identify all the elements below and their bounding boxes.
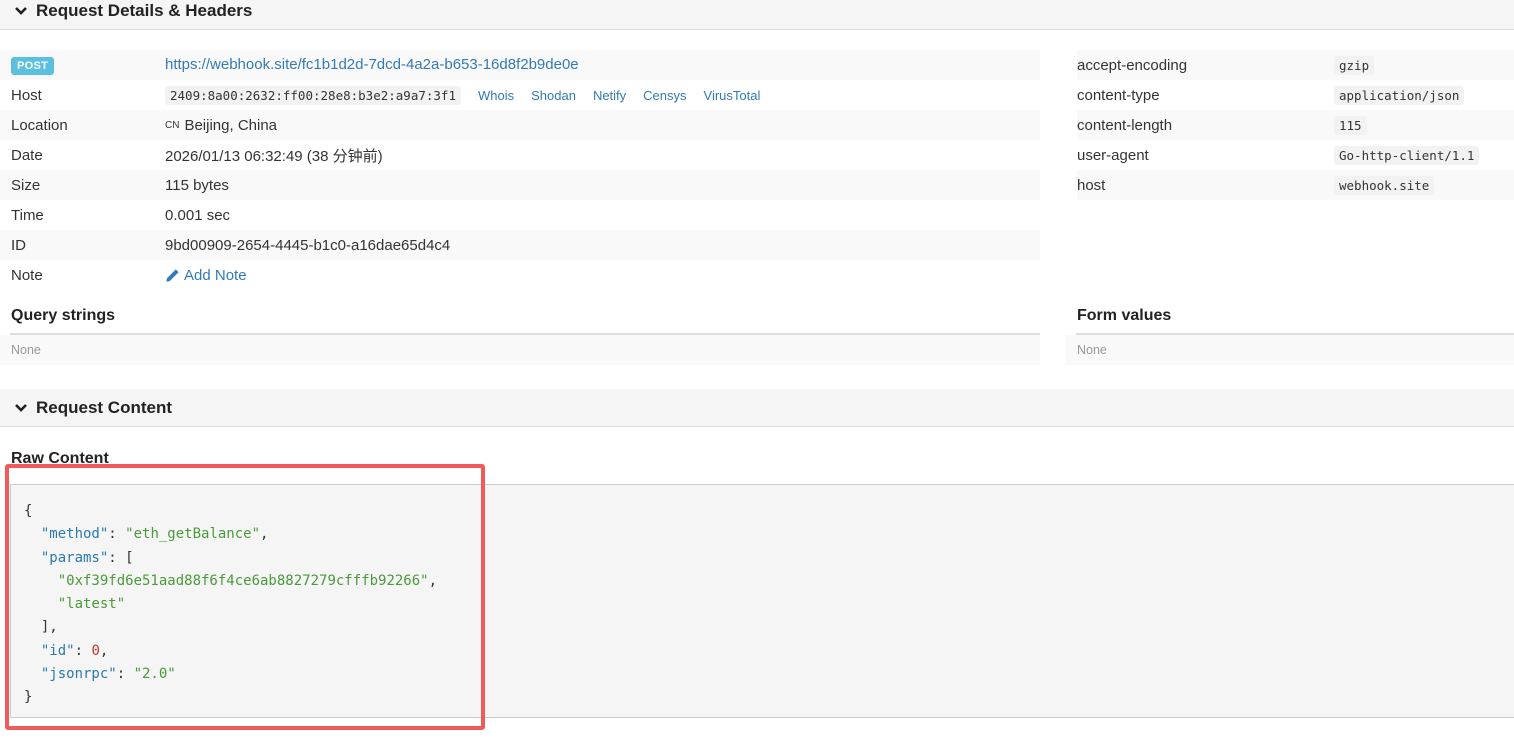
details-section-header[interactable]: Request Details & Headers	[0, 0, 1514, 30]
size-label: Size	[11, 176, 41, 194]
time-value: 0.001 sec	[165, 206, 231, 224]
query-strings-value: None	[11, 343, 41, 357]
size-value: 115 bytes	[165, 176, 229, 194]
header-key: accept-encoding	[1077, 56, 1188, 74]
date-row: Date 2026/01/13 06:32:49 (38 分钟前)	[0, 140, 1040, 170]
host-value: 2409:8a00:2632:ff00:28e8:b3e2:a9a7:3f1	[165, 85, 461, 105]
shodan-link[interactable]: Shodan	[531, 88, 576, 103]
id-label: ID	[11, 236, 26, 254]
id-row: ID 9bd00909-2654-4445-b1c0-a16dae65d4c4	[0, 230, 1040, 260]
id-value: 9bd00909-2654-4445-b1c0-a16dae65d4c4	[165, 236, 451, 254]
header-value: Go-http-client/1.1	[1334, 145, 1480, 165]
chevron-down-icon[interactable]	[14, 401, 28, 415]
virustotal-link[interactable]: VirusTotal	[704, 88, 761, 103]
json-string: "eth_getBalance"	[125, 526, 261, 543]
chevron-down-icon[interactable]	[14, 4, 28, 18]
pencil-icon	[166, 268, 179, 282]
method-badge: POST	[11, 57, 55, 75]
header-key: content-length	[1077, 116, 1173, 134]
country-flag-icon: CN	[165, 119, 180, 131]
json-string: "2.0"	[133, 666, 176, 683]
location-label: Location	[11, 116, 68, 134]
query-strings-row: None	[0, 335, 1040, 365]
location-value: Beijing, China	[184, 116, 278, 134]
date-label: Date	[11, 146, 43, 164]
details-section-title: Request Details & Headers	[36, 0, 253, 20]
header-row: accept-encoding gzip	[1077, 50, 1514, 80]
json-key: "method"	[40, 526, 109, 543]
form-values-row: None	[1066, 335, 1514, 365]
header-row: content-type application/json	[1077, 80, 1514, 110]
header-value: 115	[1334, 115, 1367, 135]
location-row: Location CN Beijing, China	[0, 110, 1040, 140]
header-value: gzip	[1334, 55, 1375, 75]
raw-content-json: { "method": "eth_getBalance", "params": …	[24, 503, 438, 706]
add-note-label: Add Note	[184, 266, 247, 284]
header-row: content-length 115	[1077, 110, 1514, 140]
time-row: Time 0.001 sec	[0, 200, 1040, 230]
content-section-header[interactable]: Request Content	[0, 389, 1514, 427]
header-value: webhook.site	[1334, 175, 1435, 195]
note-label: Note	[11, 266, 43, 284]
size-row: Size 115 bytes	[0, 170, 1040, 200]
request-url-link[interactable]: https://webhook.site/fc1b1d2d-7dcd-4a2a-…	[165, 56, 579, 73]
netify-link[interactable]: Netify	[593, 88, 626, 103]
content-section-title: Request Content	[36, 397, 172, 417]
note-row: Note Add Note	[0, 260, 1040, 290]
form-values-value: None	[1077, 343, 1107, 357]
json-number: 0	[91, 642, 100, 659]
add-note-button[interactable]: Add Note	[165, 267, 247, 284]
raw-content-title: Raw Content	[11, 450, 109, 467]
header-row: host webhook.site	[1077, 170, 1514, 200]
form-values-title: Form values	[1077, 307, 1172, 324]
header-row: user-agent Go-http-client/1.1	[1077, 140, 1514, 170]
date-value: 2026/01/13 06:32:49 (38 分钟前)	[165, 147, 383, 165]
host-value-group: 2409:8a00:2632:ff00:28e8:b3e2:a9a7:3f1 W…	[165, 85, 761, 105]
location-value-group: CN Beijing, China	[165, 117, 277, 134]
url-row: POST https://webhook.site/fc1b1d2d-7dcd-…	[0, 50, 1040, 80]
header-key: host	[1077, 176, 1106, 194]
host-label: Host	[11, 86, 42, 104]
header-key: user-agent	[1077, 146, 1149, 164]
header-value: application/json	[1334, 85, 1465, 105]
json-key: "jsonrpc"	[40, 666, 117, 683]
header-key: content-type	[1077, 86, 1160, 104]
censys-link[interactable]: Censys	[643, 88, 686, 103]
json-key: "id"	[40, 642, 75, 659]
time-label: Time	[11, 206, 44, 224]
whois-link[interactable]: Whois	[478, 88, 514, 103]
query-strings-title: Query strings	[11, 307, 116, 324]
json-string: "latest"	[57, 596, 126, 613]
json-string: "0xf39fd6e51aad88f6f4ce6ab8827279cfffb92…	[57, 572, 429, 589]
host-row: Host 2409:8a00:2632:ff00:28e8:b3e2:a9a7:…	[0, 80, 1040, 110]
json-key: "params"	[40, 549, 109, 566]
